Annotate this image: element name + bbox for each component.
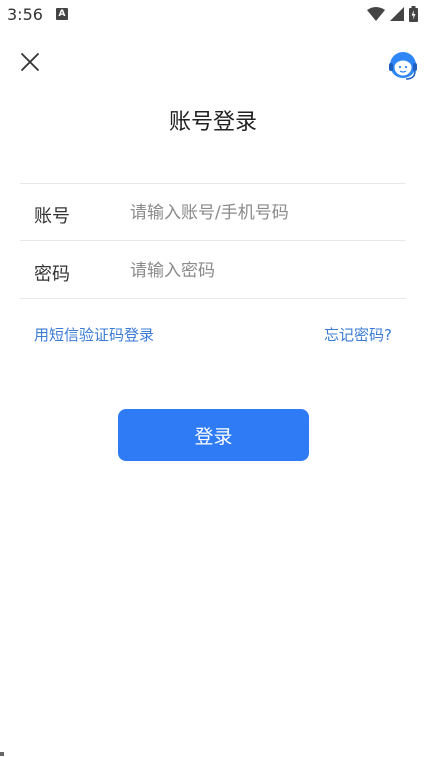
sms-login-link[interactable]: 用短信验证码登录 xyxy=(34,324,154,345)
divider-middle xyxy=(20,240,406,241)
page-title: 账号登录 xyxy=(168,110,257,135)
forgot-password-link[interactable]: 忘记密码? xyxy=(324,324,392,345)
system-icons xyxy=(367,6,418,22)
signal-icon xyxy=(390,7,404,21)
close-button[interactable] xyxy=(20,52,40,72)
login-button-label: 登录 xyxy=(194,425,233,448)
divider-bottom xyxy=(20,298,406,299)
wifi-icon xyxy=(367,7,385,21)
status-bar: 3:56 A xyxy=(0,0,426,30)
divider-top xyxy=(20,183,406,184)
status-time: 3:56 xyxy=(7,5,43,24)
customer-service-icon xyxy=(389,52,417,80)
battery-icon xyxy=(409,6,418,22)
account-input[interactable] xyxy=(130,201,400,225)
login-button[interactable]: 登录 xyxy=(118,409,309,461)
account-label: 账号 xyxy=(34,206,70,227)
customer-service-button[interactable] xyxy=(387,51,419,83)
notification-a-icon: A xyxy=(56,8,68,20)
close-icon xyxy=(21,53,39,71)
corner-mark xyxy=(0,752,4,756)
password-input[interactable] xyxy=(130,259,400,283)
password-label: 密码 xyxy=(34,264,70,285)
